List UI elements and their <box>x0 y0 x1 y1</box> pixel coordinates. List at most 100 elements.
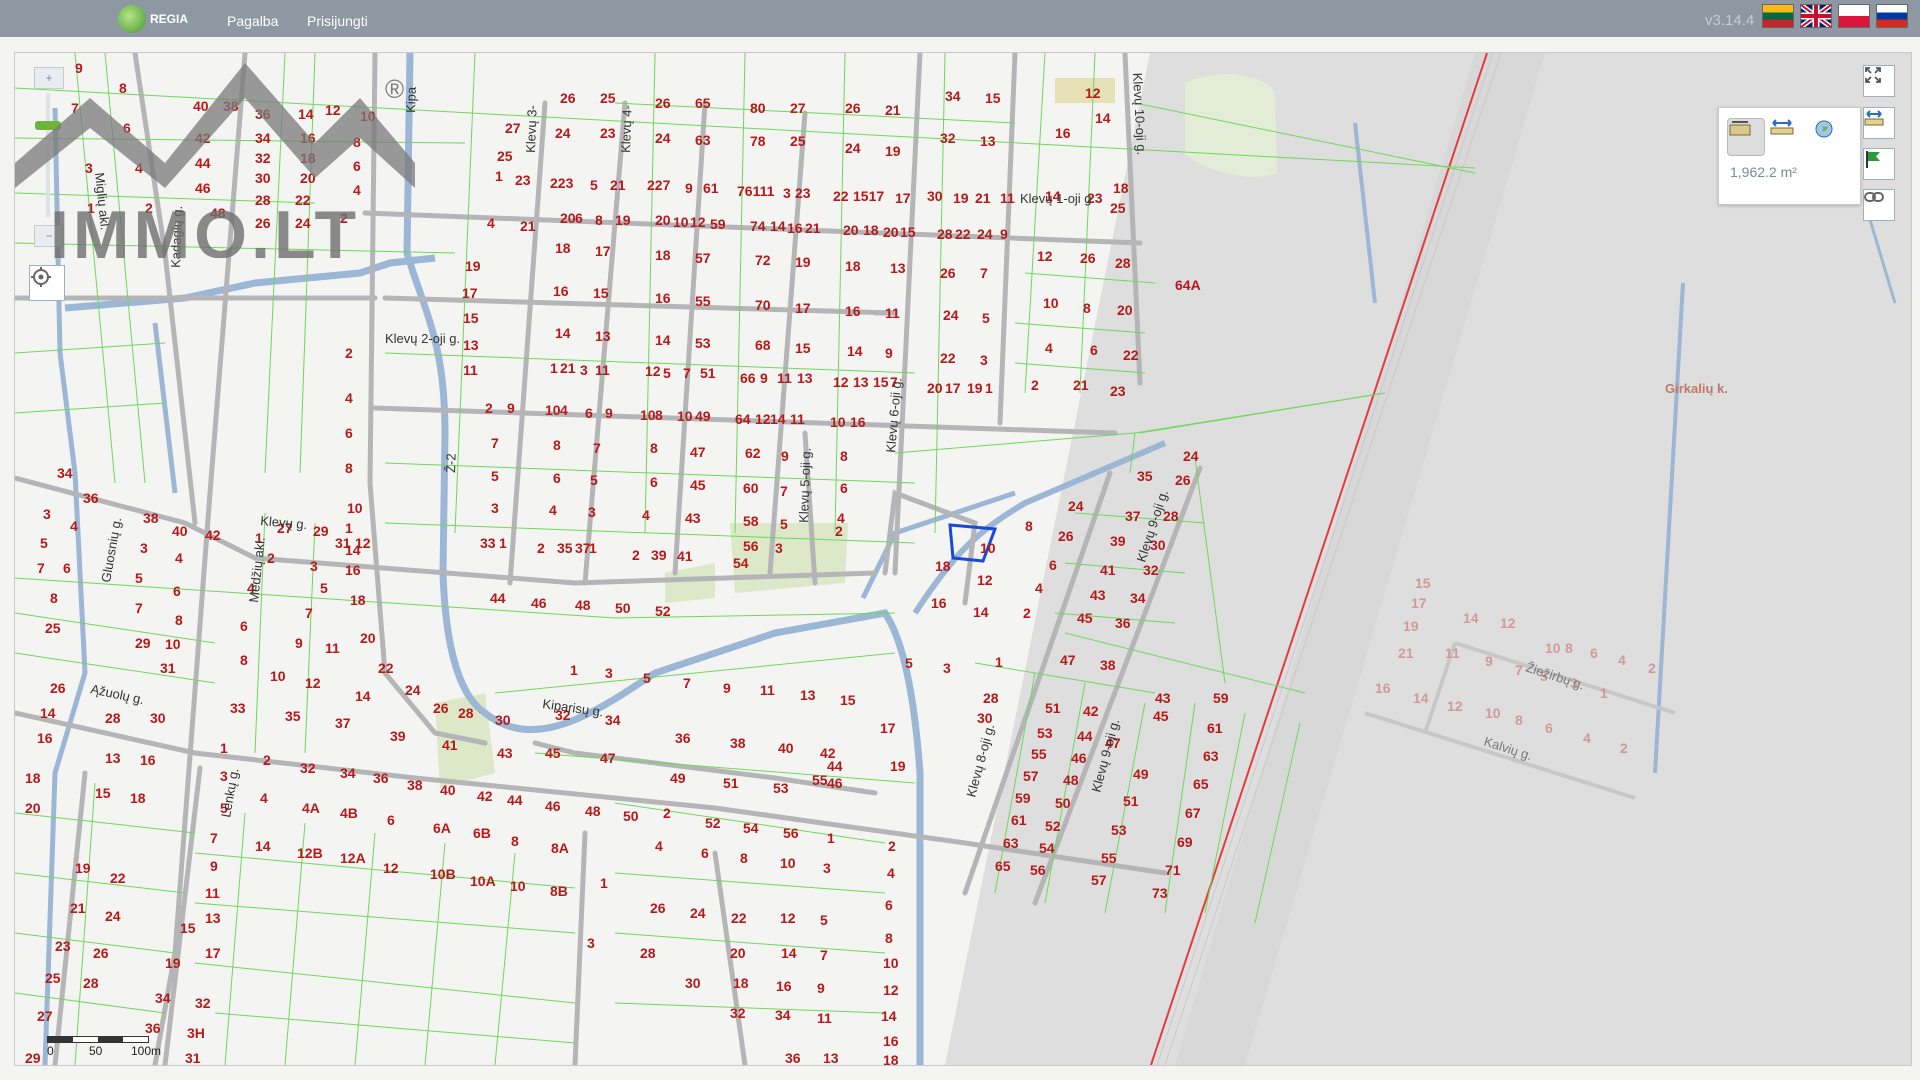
link-button[interactable] <box>1863 189 1895 221</box>
svg-text:11: 11 <box>1445 645 1460 661</box>
area-measure-button[interactable] <box>1727 118 1765 156</box>
svg-text:19: 19 <box>890 758 906 774</box>
svg-text:36: 36 <box>785 1050 801 1065</box>
locate-button[interactable] <box>29 265 65 301</box>
svg-text:17: 17 <box>895 190 911 206</box>
svg-text:28: 28 <box>1163 508 1179 524</box>
svg-text:3: 3 <box>588 504 596 520</box>
svg-text:26: 26 <box>1058 528 1074 544</box>
svg-text:15: 15 <box>593 285 609 301</box>
measure-icon <box>1864 110 1884 126</box>
svg-text:61: 61 <box>1207 720 1223 736</box>
nav-login[interactable]: Prisijungti <box>307 13 368 29</box>
svg-text:35: 35 <box>1137 468 1153 484</box>
svg-text:Klevų 8-oji g.: Klevų 8-oji g. <box>963 722 997 798</box>
flag-lt-icon[interactable] <box>1762 4 1794 28</box>
svg-text:18: 18 <box>130 790 146 806</box>
svg-text:5: 5 <box>590 177 598 193</box>
svg-text:6: 6 <box>1545 720 1553 736</box>
svg-text:19: 19 <box>165 955 181 971</box>
svg-text:62: 62 <box>745 445 761 461</box>
svg-text:42: 42 <box>1083 703 1099 719</box>
svg-text:3: 3 <box>43 506 51 522</box>
svg-text:4: 4 <box>560 402 568 418</box>
svg-text:227: 227 <box>647 177 671 193</box>
svg-text:12: 12 <box>780 910 796 926</box>
svg-text:67: 67 <box>1185 805 1201 821</box>
svg-text:12: 12 <box>645 363 661 379</box>
brand-name: REGIA <box>150 12 189 26</box>
svg-text:71: 71 <box>1165 862 1181 878</box>
svg-text:30: 30 <box>685 975 701 991</box>
village-label: Girkalių k. <box>1665 381 1728 396</box>
svg-text:52: 52 <box>655 603 671 619</box>
svg-text:55: 55 <box>1101 850 1117 866</box>
ruler-icon <box>1770 119 1794 135</box>
svg-text:16: 16 <box>787 220 803 236</box>
svg-text:54: 54 <box>743 820 759 836</box>
svg-text:16: 16 <box>345 562 361 578</box>
svg-text:IMMO.LT: IMMO.LT <box>50 197 360 258</box>
svg-text:Klevų 4-: Klevų 4- <box>618 105 635 153</box>
map-canvas[interactable]: 9876 403836141210 4234168 4432186 463020… <box>14 52 1912 1066</box>
svg-text:4: 4 <box>1583 730 1591 746</box>
svg-text:45: 45 <box>545 745 561 761</box>
svg-text:17: 17 <box>205 945 221 961</box>
svg-text:3: 3 <box>580 362 588 378</box>
svg-text:3: 3 <box>823 860 831 876</box>
svg-text:16: 16 <box>1055 125 1071 141</box>
flag-button[interactable] <box>1863 148 1895 180</box>
svg-text:13: 13 <box>890 260 906 276</box>
nav-help[interactable]: Pagalba <box>227 13 278 29</box>
svg-text:6: 6 <box>1049 557 1057 573</box>
svg-text:9: 9 <box>605 405 613 421</box>
flag-ru-icon[interactable] <box>1876 4 1908 28</box>
svg-text:10: 10 <box>1545 640 1561 656</box>
svg-text:32: 32 <box>195 995 211 1011</box>
svg-text:21: 21 <box>520 218 536 234</box>
svg-text:10A: 10A <box>470 873 496 889</box>
svg-text:12: 12 <box>1447 698 1463 714</box>
measure-panel: 1,962.2 m² <box>1718 107 1861 205</box>
flag-pl-icon[interactable] <box>1838 4 1870 28</box>
svg-text:21: 21 <box>560 360 576 376</box>
svg-text:73: 73 <box>1152 885 1168 901</box>
svg-text:1: 1 <box>589 540 597 556</box>
svg-text:40: 40 <box>440 782 456 798</box>
svg-text:31: 31 <box>160 660 176 676</box>
svg-text:6: 6 <box>575 210 583 226</box>
svg-text:10: 10 <box>1485 705 1501 721</box>
svg-text:9: 9 <box>760 370 768 386</box>
svg-text:9: 9 <box>723 680 731 696</box>
fullscreen-button[interactable] <box>1863 65 1895 97</box>
svg-text:6B: 6B <box>473 825 491 841</box>
svg-text:11: 11 <box>1000 190 1015 206</box>
scale-label-0: 0 <box>47 1044 54 1058</box>
svg-text:17: 17 <box>795 300 811 316</box>
svg-text:20: 20 <box>843 222 859 238</box>
svg-text:25: 25 <box>790 133 806 149</box>
measure-tool-button[interactable] <box>1863 107 1895 139</box>
svg-text:69: 69 <box>1177 834 1193 850</box>
svg-text:52: 52 <box>705 815 721 831</box>
svg-text:18: 18 <box>25 770 41 786</box>
svg-text:4: 4 <box>1045 340 1053 356</box>
svg-text:21: 21 <box>70 900 86 916</box>
svg-text:Ž-2: Ž-2 <box>443 453 459 473</box>
svg-text:20: 20 <box>927 380 943 396</box>
svg-text:4: 4 <box>487 215 495 231</box>
svg-text:4: 4 <box>549 502 557 518</box>
svg-text:3: 3 <box>605 665 613 681</box>
svg-text:10: 10 <box>545 402 561 418</box>
svg-text:7: 7 <box>683 675 691 691</box>
svg-text:11: 11 <box>885 305 900 321</box>
svg-text:11: 11 <box>777 370 792 386</box>
flag-en-icon[interactable] <box>1800 4 1832 28</box>
app-version: v3.14.4 <box>1705 12 1755 29</box>
svg-text:14: 14 <box>1463 610 1479 626</box>
svg-text:28: 28 <box>105 710 121 726</box>
svg-text:56: 56 <box>1030 862 1046 878</box>
coordinate-measure-button[interactable] <box>1813 118 1849 154</box>
distance-measure-button[interactable] <box>1770 118 1806 154</box>
regia-logo[interactable]: REGIA <box>118 5 188 33</box>
